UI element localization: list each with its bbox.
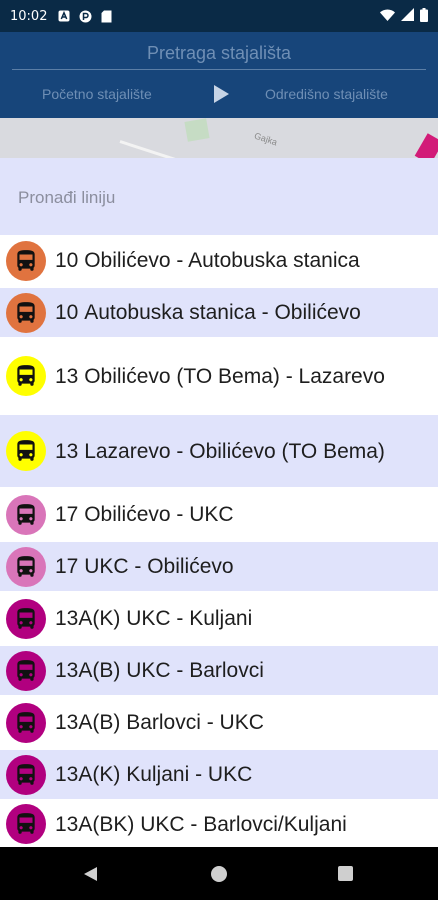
signal-icon xyxy=(401,8,414,24)
sd-card-icon xyxy=(99,9,113,23)
bus-icon xyxy=(6,650,46,691)
line-route-name: UKC - Barlovci/Kuljani xyxy=(140,812,347,836)
line-number: 10 xyxy=(55,301,79,324)
status-time: 10:02 xyxy=(10,8,48,24)
find-line-input[interactable]: Pronađi liniju xyxy=(18,188,115,208)
line-number: 13 xyxy=(55,439,79,463)
line-number: 13 xyxy=(55,364,79,388)
bus-icon xyxy=(6,546,46,587)
line-number: 13A(B) xyxy=(55,711,121,734)
stop-search-input[interactable]: Pretraga stajališta xyxy=(12,38,426,70)
line-number: 10 xyxy=(55,249,79,272)
status-bar: 10:02 xyxy=(0,0,438,32)
line-label: 17 Obilićevo - UKC xyxy=(55,500,242,529)
start-stop-field[interactable]: Početno stajalište xyxy=(42,86,152,102)
line-label: 13 Lazarevo - Obilićevo (TO Bema) xyxy=(55,437,393,466)
bus-icon xyxy=(6,494,46,535)
map-street-label: Gajka xyxy=(253,130,279,148)
line-route-name: Obilićevo - UKC xyxy=(84,503,234,526)
line-list-item[interactable]: 10 Obilićevo - Autobuska stanica xyxy=(0,235,438,288)
line-list-item[interactable]: 13 Lazarevo - Obilićevo (TO Bema) xyxy=(0,415,438,489)
map-view[interactable]: Gajka xyxy=(0,118,438,160)
line-route-name: Lazarevo - Obilićevo (TO Bema) xyxy=(84,439,385,463)
line-list-item[interactable]: 13A(B) UKC - Barlovci xyxy=(0,646,438,697)
line-list-item[interactable]: 17 UKC - Obilićevo xyxy=(0,542,438,593)
home-icon[interactable] xyxy=(211,866,227,882)
line-number: 13A(BK) xyxy=(55,812,135,836)
line-list-item[interactable]: 13A(K) UKC - Kuljani xyxy=(0,593,438,646)
line-list-item[interactable]: 13A(BK) UKC - Barlovci/Kuljani xyxy=(0,801,438,849)
line-list-item[interactable]: 10 Autobuska stanica - Obilićevo xyxy=(0,288,438,339)
destination-stop-field[interactable]: Odredišno stajalište xyxy=(265,86,388,102)
line-route-name: Obilićevo (TO Bema) - Lazarevo xyxy=(84,364,385,388)
wifi-icon xyxy=(380,8,395,24)
play-arrow-icon[interactable] xyxy=(212,84,230,109)
line-search-sheet: Pronađi liniju 10 Obilićevo - Autobuska … xyxy=(0,158,438,849)
recents-icon[interactable] xyxy=(338,866,353,881)
navigation-bar xyxy=(0,847,438,900)
app-header: Pretraga stajališta Početno stajalište O… xyxy=(0,32,438,118)
bus-icon xyxy=(6,754,46,795)
bus-icon xyxy=(6,356,46,396)
line-label: 13A(B) Barlovci - UKC xyxy=(55,708,272,737)
line-label: 13A(BK) UKC - Barlovci/Kuljani xyxy=(55,810,355,839)
line-list-item[interactable]: 13 Obilićevo (TO Bema) - Lazarevo xyxy=(0,339,438,415)
line-label: 10 Autobuska stanica - Obilićevo xyxy=(55,298,369,327)
line-route-name: Kuljani - UKC xyxy=(126,763,253,786)
bus-icon xyxy=(6,431,46,471)
line-number: 17 xyxy=(55,555,79,578)
line-route-name: UKC - Barlovci xyxy=(126,659,264,682)
line-list-item[interactable]: 13A(B) Barlovci - UKC xyxy=(0,697,438,750)
line-label: 17 UKC - Obilićevo xyxy=(55,552,242,581)
notification-a-icon xyxy=(57,9,71,23)
bus-icon xyxy=(6,702,46,743)
privacy-icon xyxy=(78,9,92,23)
line-list-item[interactable]: 13A(K) Kuljani - UKC xyxy=(0,750,438,801)
line-route-name: Autobuska stanica - Obilićevo xyxy=(84,301,361,324)
line-number: 17 xyxy=(55,503,79,526)
map-park-area xyxy=(184,118,210,142)
battery-icon xyxy=(420,7,428,25)
map-road xyxy=(119,140,359,160)
line-label: 10 Obilićevo - Autobuska stanica xyxy=(55,246,368,275)
map-marker[interactable] xyxy=(414,133,438,160)
line-label: 13 Obilićevo (TO Bema) - Lazarevo xyxy=(55,362,393,391)
bus-icon xyxy=(6,804,46,844)
line-label: 13A(B) UKC - Barlovci xyxy=(55,656,272,685)
line-label: 13A(K) UKC - Kuljani xyxy=(55,604,260,633)
line-label: 13A(K) Kuljani - UKC xyxy=(55,760,260,789)
bus-icon xyxy=(6,598,46,639)
line-route-name: Barlovci - UKC xyxy=(126,711,264,734)
line-route-name: UKC - Kuljani xyxy=(126,607,253,630)
line-route-name: Obilićevo - Autobuska stanica xyxy=(84,249,360,272)
bus-icon xyxy=(6,292,46,333)
line-number: 13A(K) xyxy=(55,607,121,630)
line-list-item[interactable]: 17 Obilićevo - UKC xyxy=(0,489,438,542)
route-selector: Početno stajalište Odredišno stajalište xyxy=(0,78,438,112)
back-icon[interactable] xyxy=(83,866,98,887)
line-route-name: UKC - Obilićevo xyxy=(84,555,234,578)
line-list: 10 Obilićevo - Autobuska stanica 10 Autob… xyxy=(0,235,438,849)
line-number: 13A(B) xyxy=(55,659,121,682)
line-number: 13A(K) xyxy=(55,763,121,786)
bus-icon xyxy=(6,240,46,281)
